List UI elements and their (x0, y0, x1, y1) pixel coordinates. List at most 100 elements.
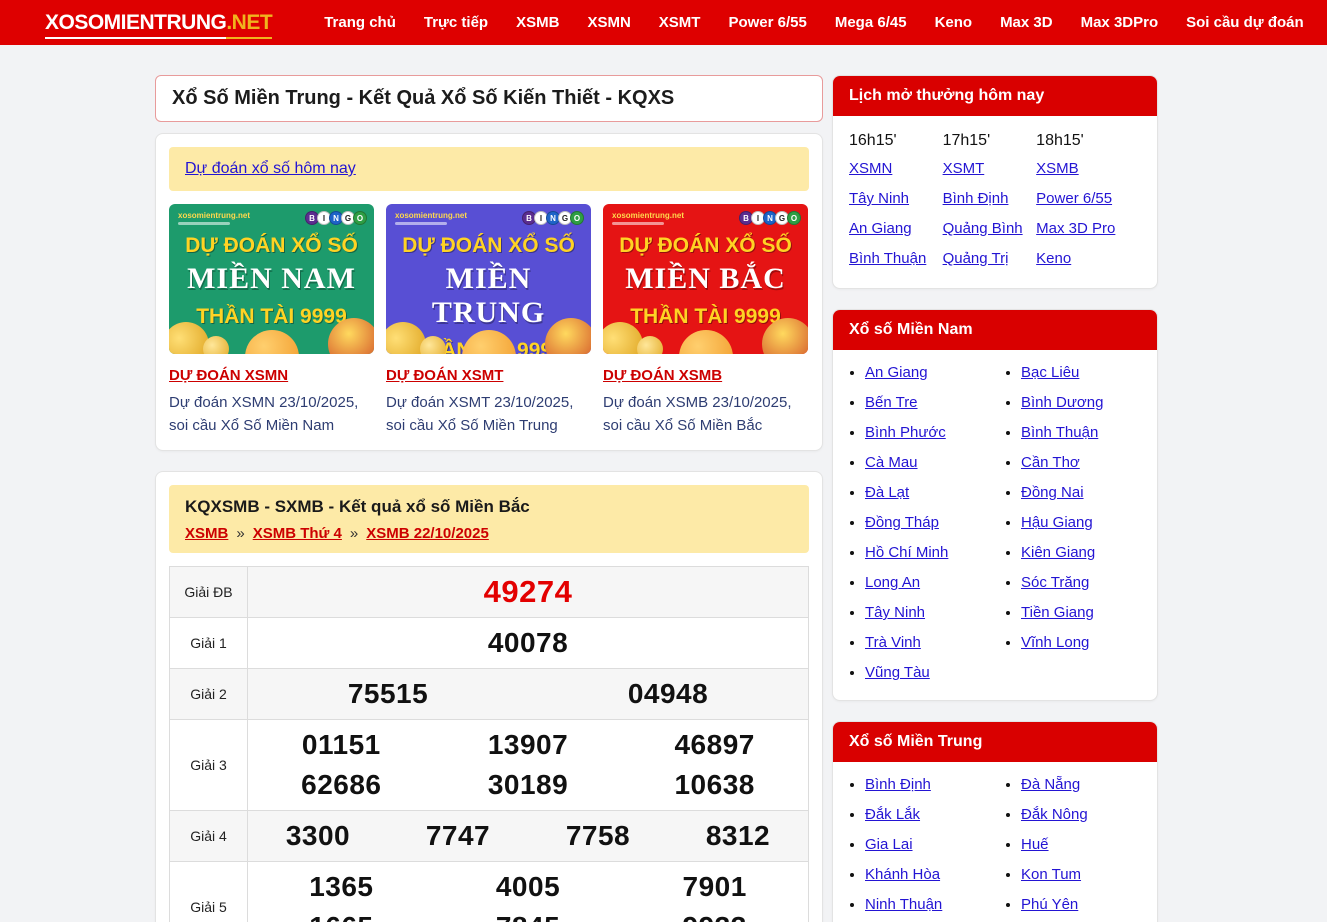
result-number-line: 7551504948 (248, 674, 808, 714)
schedule-link[interactable]: XSMT (943, 160, 1037, 177)
schedule-link[interactable]: Bình Thuận (849, 250, 943, 267)
province-list-item: Bình Thuận (1021, 424, 1149, 441)
province-list-item: Bình Dương (1021, 394, 1149, 411)
result-row: Giải 43300774777588312 (170, 811, 808, 862)
province-link[interactable]: Trà Vinh (865, 634, 921, 651)
province-link[interactable]: Hậu Giang (1021, 514, 1093, 531)
province-link[interactable]: Sóc Trăng (1021, 574, 1089, 591)
province-link[interactable]: Phú Yên (1021, 896, 1078, 913)
schedule-column: 17h15' XSMT Bình Định Quảng Bình Quảng Trị (943, 132, 1037, 280)
schedule-link[interactable]: XSMN (849, 160, 943, 177)
region-south-list: An Giang Bến Tre Bình Phước Cà Mau Đà Lạt Đồn… (833, 350, 1157, 700)
results-header: KQXSMB - SXMB - Kết quả xổ số Miền Bắc X… (169, 485, 809, 553)
nav-item[interactable]: Keno (921, 2, 987, 43)
bingo-balls-icon: BINGO (741, 211, 801, 225)
schedule-link[interactable]: Max 3D Pro (1036, 220, 1141, 237)
schedule-link[interactable]: Quảng Trị (943, 250, 1037, 267)
province-column: An Giang Bến Tre Bình Phước Cà Mau Đà Lạt Đồn… (837, 364, 993, 694)
province-list-item: Đắk Nông (1021, 806, 1149, 823)
province-link[interactable]: Bình Dương (1021, 394, 1103, 411)
breadcrumb-link[interactable]: XSMB 22/10/2025 (366, 525, 489, 542)
province-list-item: Cà Mau (865, 454, 993, 471)
province-link[interactable]: Đà Lạt (865, 484, 909, 501)
result-number: 40078 (248, 623, 808, 663)
province-link[interactable]: Tiền Giang (1021, 604, 1094, 621)
banner-image[interactable]: xosomientrung.netBINGODỰ ĐOÁN XỔ SỐMIỀN … (603, 204, 808, 354)
breadcrumb-separator: » (236, 525, 244, 542)
schedule-link[interactable]: An Giang (849, 220, 943, 237)
province-link[interactable]: Tây Ninh (865, 604, 925, 621)
province-link[interactable]: Bình Thuận (1021, 424, 1098, 441)
schedule-link[interactable]: Power 6/55 (1036, 190, 1141, 207)
nav-item[interactable]: XSMN (573, 2, 644, 43)
schedule-time: 17h15' (943, 132, 1037, 150)
nav-item[interactable]: Trang chủ (310, 2, 410, 43)
province-link[interactable]: An Giang (865, 364, 928, 381)
result-row-values: 011511390746897626863018910638 (248, 720, 808, 810)
province-link[interactable]: Kiên Giang (1021, 544, 1095, 561)
nav-item[interactable]: Soi cầu dự đoán (1172, 2, 1318, 43)
breadcrumb-link[interactable]: XSMB Thứ 4 (253, 525, 342, 542)
gold-ball-icon (245, 330, 299, 354)
province-link[interactable]: Cà Mau (865, 454, 918, 471)
prediction-caption-link[interactable]: DỰ ĐOÁN XSMB (603, 367, 722, 384)
prediction-caption-link[interactable]: DỰ ĐOÁN XSMN (169, 367, 288, 384)
result-row-values: 3300774777588312 (248, 811, 808, 861)
nav-item[interactable]: Power 6/55 (714, 2, 820, 43)
banner-image[interactable]: xosomientrung.netBINGODỰ ĐOÁN XỔ SỐMIỀN … (386, 204, 591, 354)
province-list-item: Cần Thơ (1021, 454, 1149, 471)
province-link[interactable]: Đà Nẵng (1021, 776, 1080, 793)
result-number: 3300 (248, 816, 388, 856)
province-link[interactable]: Bạc Liêu (1021, 364, 1079, 381)
schedule-link[interactable]: Keno (1036, 250, 1141, 267)
province-link[interactable]: Khánh Hòa (865, 866, 940, 883)
province-link[interactable]: Hồ Chí Minh (865, 544, 948, 561)
schedule-card: Lịch mở thưởng hôm nay 16h15'XSMNTây Nin… (832, 75, 1158, 289)
province-link[interactable]: Bình Phước (865, 424, 946, 441)
nav-item[interactable]: XSMT (645, 2, 715, 43)
province-link[interactable]: Đắk Nông (1021, 806, 1088, 823)
province-link[interactable]: Vũng Tàu (865, 664, 930, 681)
province-link[interactable]: Bình Định (865, 776, 931, 793)
nav-item[interactable]: XSMB (502, 2, 573, 43)
prediction-header-link[interactable]: Dự đoán xổ số hôm nay (185, 160, 356, 177)
nav-item[interactable]: Max 3D (986, 2, 1067, 43)
banner-watermark: xosomientrung.net (612, 211, 684, 225)
schedule-link[interactable]: Quảng Bình (943, 220, 1037, 237)
nav-item[interactable]: Mega 6/45 (821, 2, 921, 43)
prediction-caption-link[interactable]: DỰ ĐOÁN XSMT (386, 367, 503, 384)
nav-item[interactable]: Max 3DPro (1067, 2, 1173, 43)
breadcrumb-separator: » (350, 525, 358, 542)
breadcrumb-link[interactable]: XSMB (185, 525, 228, 542)
result-row-label: Giải 5 (170, 862, 248, 922)
province-link[interactable]: Gia Lai (865, 836, 913, 853)
result-row-values: 7551504948 (248, 669, 808, 719)
province-list-item: Bạc Liêu (1021, 364, 1149, 381)
nav-item[interactable]: Trực tiếp (410, 2, 502, 43)
result-number: 1665 (248, 907, 435, 922)
prediction-caption: DỰ ĐOÁN XSMTDự đoán XSMT 23/10/2025, soi… (386, 367, 591, 437)
province-link[interactable]: Đồng Tháp (865, 514, 939, 531)
province-list-item: Tây Ninh (865, 604, 993, 621)
result-number: 7901 (621, 867, 808, 907)
province-link[interactable]: Kon Tum (1021, 866, 1081, 883)
province-link[interactable]: Ninh Thuận (865, 896, 942, 913)
banner-line1: DỰ ĐOÁN XỔ SỐ (169, 234, 374, 258)
province-list-item: Bình Phước (865, 424, 993, 441)
schedule-link[interactable]: Tây Ninh (849, 190, 943, 207)
province-link[interactable]: Vĩnh Long (1021, 634, 1089, 651)
province-link[interactable]: Huế (1021, 836, 1049, 853)
province-link[interactable]: Đắk Lắk (865, 806, 920, 823)
province-link[interactable]: Bến Tre (865, 394, 918, 411)
province-link[interactable]: Cần Thơ (1021, 454, 1080, 471)
province-link[interactable]: Đồng Nai (1021, 484, 1084, 501)
prediction-caption-text: Dự đoán XSMB 23/10/2025, soi cầu Xổ Số M… (603, 392, 808, 437)
province-link[interactable]: Long An (865, 574, 920, 591)
nav-menu: Trang chủTrực tiếpXSMBXSMNXSMTPower 6/55… (310, 2, 1327, 43)
nav-item[interactable]: Quay thử (1318, 2, 1327, 43)
schedule-link[interactable]: XSMB (1036, 160, 1141, 177)
schedule-link[interactable]: Bình Định (943, 190, 1037, 207)
result-row: Giải 3011511390746897626863018910638 (170, 720, 808, 811)
banner-image[interactable]: xosomientrung.netBINGODỰ ĐOÁN XỔ SỐMIỀN … (169, 204, 374, 354)
site-logo[interactable]: XOSOMIENTRUNG.NET (45, 11, 272, 35)
